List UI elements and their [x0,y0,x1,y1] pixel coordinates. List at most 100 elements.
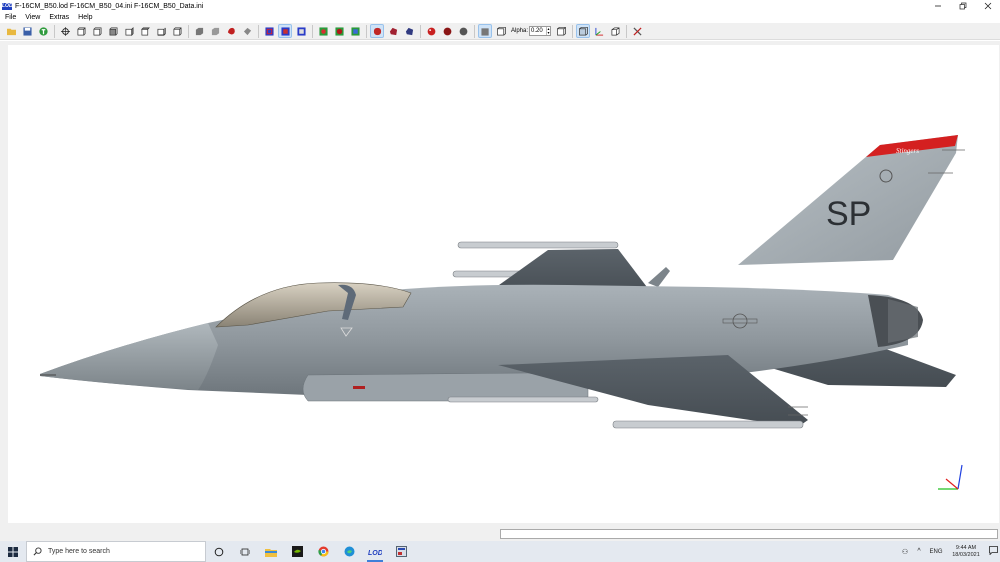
view-left-button[interactable] [107,25,119,37]
light-gray-button[interactable] [457,25,469,37]
clock-time: 9:44 AM [955,544,977,551]
app-icon: LOD [2,2,13,10]
light-dark-button[interactable] [441,25,453,37]
menu-help[interactable]: Help [73,14,96,21]
zoom-fit-button[interactable] [59,25,71,37]
shade-gray-button[interactable] [241,25,253,37]
nose-cone [40,323,218,390]
texture-button[interactable] [37,25,49,37]
gray-cube-icon [211,27,219,35]
mesh-blue-button[interactable] [403,25,415,37]
missile-upper [457,241,619,249]
restore-icon [959,2,966,10]
folder-icon [6,28,16,35]
shade-red-button[interactable] [225,25,237,37]
open-button[interactable] [5,25,17,37]
shade-flat-button[interactable] [193,25,205,37]
view-iso-button[interactable] [171,25,183,37]
lod-viewer-window: LOD F-16CM_B50.lod F-16CM_B50_04.ini F-1… [0,0,1000,562]
alpha-spin-arrows[interactable]: ▴ ▾ [546,27,550,35]
grid-cube-icon [578,26,588,35]
frame-button[interactable] [555,25,567,37]
notification-bubble-icon [988,546,998,556]
cube-left-icon [109,27,117,35]
aircraft-render: Stingers SP [40,135,965,490]
light-red-button[interactable] [425,25,437,37]
dark-red-sphere-icon [443,27,451,35]
cube-wire-icon [77,27,85,35]
toolbar-separator [626,24,628,38]
chevron-up-icon[interactable]: ^ [912,548,926,555]
title-bar: LOD F-16CM_B50.lod F-16CM_B50_04.ini F-1… [0,0,1000,12]
search-placeholder: Type here to search [48,548,110,555]
taskbar-app[interactable] [388,541,414,562]
minimize-button[interactable] [925,0,950,12]
taskbar-chrome[interactable] [310,541,336,562]
close-icon [984,2,991,10]
gray-cube-icon [195,27,203,35]
cortana-button[interactable] [206,541,232,562]
clock[interactable]: 9:44 AM 18/03/2021 [946,545,986,559]
menu-extras[interactable]: Extras [44,14,73,21]
3d-viewport[interactable]: Stingers SP [8,45,999,523]
view-bottom-button[interactable] [155,25,167,37]
toolbar-separator [474,24,475,38]
taskbar-lod-viewer[interactable]: LOD [362,541,388,562]
axis-gizmo [938,464,963,490]
alpha-value: 0.20 [531,28,543,34]
shade-smooth-button[interactable] [209,25,221,37]
view-right-button[interactable] [123,25,135,37]
taskbar-edge[interactable] [336,541,362,562]
axes-icon [594,27,603,36]
view-back-button[interactable] [91,25,103,37]
alpha-label: Alpha: [511,28,529,34]
wire-cube-icon [496,26,506,35]
bbox-outline-button[interactable] [295,25,307,37]
taskbar-nvidia[interactable] [284,541,310,562]
cortana-circle-icon [214,547,224,556]
people-icon[interactable]: ⚇ [898,548,912,556]
restore-button[interactable] [950,0,975,12]
box-view-button[interactable] [609,25,621,37]
close-button[interactable] [975,0,1000,12]
start-button[interactable] [0,541,26,562]
green-wire-button[interactable] [349,25,361,37]
toolbar-separator [258,24,259,38]
alpha-spinbox[interactable]: 0.20 ▴ ▾ [529,26,552,36]
menu-file[interactable]: File [0,14,20,21]
taskbar-file-explorer[interactable] [258,541,284,562]
toolbar-separator [188,24,189,38]
mesh-red-button[interactable] [370,24,384,38]
tools-button[interactable] [631,25,643,37]
view-front-button[interactable] [75,25,87,37]
tail-code-text: SP [826,195,871,233]
bbox-blue-button[interactable] [278,24,292,38]
gray-sphere-icon [459,27,467,35]
menu-view[interactable]: View [20,14,44,21]
taskbar-search-box[interactable]: Type here to search [26,541,206,562]
notification-icon[interactable] [986,546,1000,557]
missile-lower-2 [447,396,599,403]
view-top-button[interactable] [139,25,151,37]
search-icon [33,547,42,556]
transparent-cube-icon [480,27,489,36]
bbox-red-button[interactable] [263,25,275,37]
mesh-dark-button[interactable] [387,25,399,37]
language-indicator[interactable]: ENG [926,549,946,555]
chrome-icon [317,546,328,557]
cube-top-icon [140,27,150,35]
frame-cube-icon [556,26,566,35]
grid-button[interactable] [576,24,591,38]
green-sphere-button[interactable] [333,25,345,37]
folder-icon [265,548,277,557]
axes-button[interactable] [593,25,605,37]
toolbar-separator [366,24,367,38]
transparency-button[interactable] [478,24,492,38]
green-sphere-icon [334,26,344,36]
save-button[interactable] [21,25,33,37]
task-view-button[interactable] [232,541,258,562]
save-icon [22,26,32,36]
transparency-wire-button[interactable] [495,25,507,37]
nvidia-icon [291,546,303,557]
green-box-button[interactable] [317,25,329,37]
